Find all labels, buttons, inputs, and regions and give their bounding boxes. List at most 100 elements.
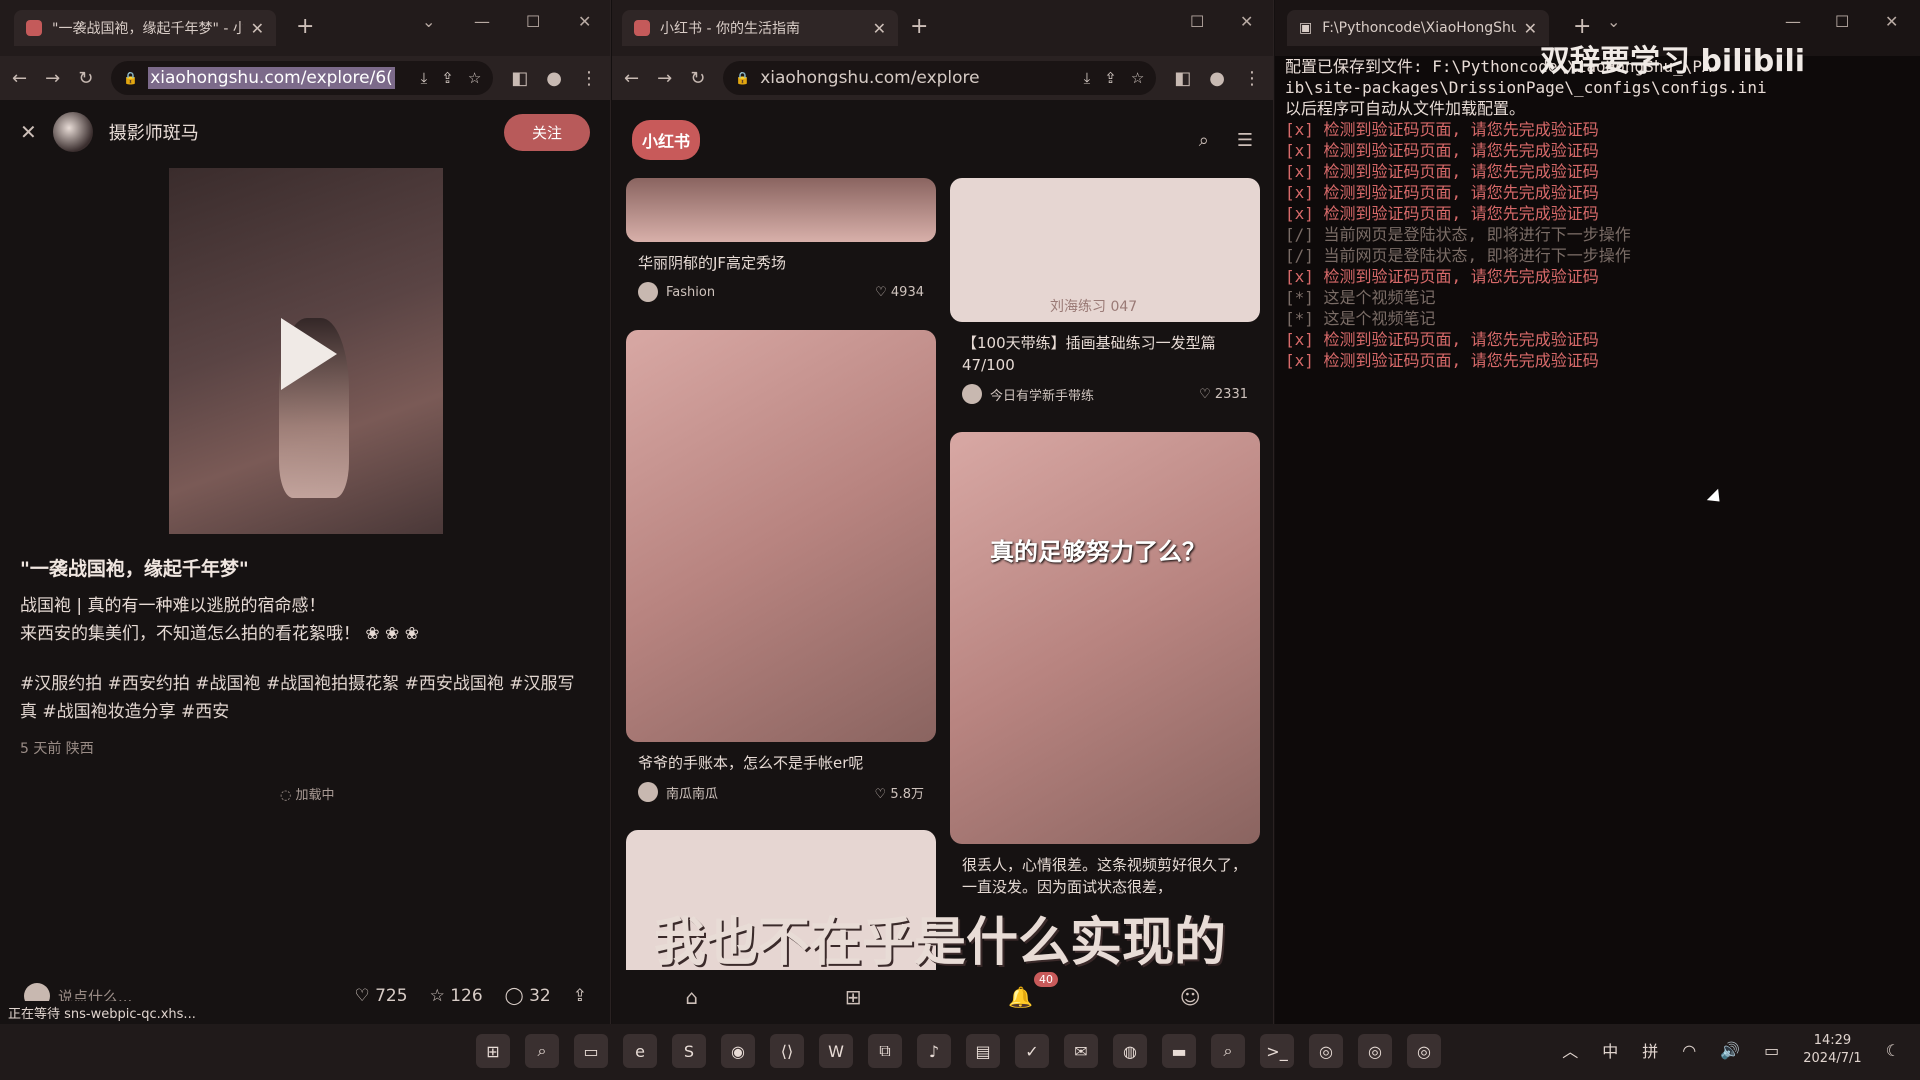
- feed-card[interactable]: 华丽阴郁的JF高定秀场 Fashion ♡ 4934: [626, 178, 936, 302]
- forward-icon[interactable]: →: [657, 68, 672, 89]
- status-bar: 正在等待 sns-webpic-qc.xhs...: [0, 1001, 204, 1024]
- tab-terminal[interactable]: ▣ F:\Pythoncode\XiaoHongShu ✕: [1287, 10, 1549, 46]
- windows-start-icon[interactable]: ⊞: [476, 1034, 510, 1068]
- home-icon[interactable]: ⌂: [685, 985, 698, 1009]
- clock[interactable]: 14:29 2024/7/1: [1803, 1032, 1861, 1068]
- chrome-icon[interactable]: ◎: [1358, 1034, 1392, 1068]
- window-close-icon[interactable]: ✕: [1240, 12, 1253, 31]
- sublime-icon[interactable]: S: [672, 1034, 706, 1068]
- terminal-output[interactable]: 配置已保存到文件: F:\Pythoncode\XiaoHongShu_\PA i…: [1285, 56, 1910, 371]
- volume-icon[interactable]: 🔊: [1720, 1041, 1740, 1060]
- close-icon[interactable]: ✕: [20, 120, 37, 144]
- system-tray: ︿ 中 拼 ◠ 🔊 ▭ 14:29 2024/7/1 ☾: [1562, 1032, 1900, 1068]
- folder-icon[interactable]: ▬: [1162, 1034, 1196, 1068]
- sidebar-icon[interactable]: ◧: [1174, 68, 1191, 89]
- task-view-icon[interactable]: ▭: [574, 1034, 608, 1068]
- window-close-icon[interactable]: ✕: [578, 12, 591, 31]
- profile-icon[interactable]: ●: [1209, 68, 1225, 89]
- add-post-icon[interactable]: ⊞: [845, 985, 862, 1009]
- menu-icon[interactable]: ⋮: [580, 68, 598, 89]
- close-icon[interactable]: ✕: [251, 19, 264, 38]
- clock-date: 2024/7/1: [1803, 1051, 1862, 1066]
- install-icon[interactable]: ⤓: [421, 69, 428, 87]
- bell-icon[interactable]: 🔔: [1008, 985, 1033, 1009]
- feed-card[interactable]: 真的足够努力了么？ 很丢人，心情很差。这条视频剪好很久了，一直没发。因为面试状态…: [950, 432, 1260, 898]
- notification-icon[interactable]: ☾: [1886, 1041, 1900, 1060]
- reload-icon[interactable]: ↻: [690, 68, 705, 89]
- wechat-icon[interactable]: ✉: [1064, 1034, 1098, 1068]
- share-icon[interactable]: ⇪: [441, 69, 454, 87]
- like-button[interactable]: ♡ 725: [354, 986, 407, 1006]
- vscode-icon[interactable]: ⟨⟩: [770, 1034, 804, 1068]
- forward-icon[interactable]: →: [45, 68, 60, 89]
- address-bar[interactable]: 🔒 xiaohongshu.com/explore ⤓ ⇪ ☆: [723, 61, 1157, 95]
- star-icon[interactable]: ☆: [468, 69, 481, 87]
- new-tab-icon[interactable]: +: [296, 14, 314, 39]
- share-icon[interactable]: ⇪: [573, 986, 587, 1006]
- comment-count: 32: [529, 986, 551, 1006]
- terminal-icon[interactable]: >_: [1260, 1034, 1294, 1068]
- window-close-icon[interactable]: ✕: [1885, 12, 1898, 31]
- author-name[interactable]: 摄影师斑马: [109, 119, 488, 145]
- tab-list-icon[interactable]: ⌄: [422, 12, 435, 31]
- ime-mode[interactable]: 拼: [1642, 1038, 1658, 1062]
- app-icon[interactable]: ♪: [917, 1034, 951, 1068]
- close-icon[interactable]: ✕: [873, 19, 886, 38]
- address-bar[interactable]: 🔒 xiaohongshu.com/explore/6( ⤓ ⇪ ☆: [111, 61, 494, 95]
- comment-button[interactable]: ◯ 32: [505, 986, 551, 1006]
- reload-icon[interactable]: ↻: [78, 68, 93, 89]
- back-icon[interactable]: ←: [624, 68, 639, 89]
- word-icon[interactable]: W: [819, 1034, 853, 1068]
- xhs-logo[interactable]: 小红书: [632, 120, 701, 160]
- close-icon[interactable]: ✕: [1524, 19, 1537, 38]
- url-text[interactable]: xiaohongshu.com/explore: [760, 68, 979, 88]
- app-icon[interactable]: ⧉: [868, 1034, 902, 1068]
- chrome-icon[interactable]: ◎: [1309, 1034, 1343, 1068]
- terminal-line: [x] 检测到验证码页面, 请您先完成验证码: [1285, 141, 1599, 160]
- search-icon[interactable]: ⌕: [1199, 130, 1209, 151]
- url-text[interactable]: xiaohongshu.com/explore/6(: [148, 67, 395, 89]
- app-icon[interactable]: ▤: [966, 1034, 1000, 1068]
- new-tab-icon[interactable]: +: [910, 14, 928, 39]
- search-icon[interactable]: ⌕: [1211, 1034, 1245, 1068]
- app-icon[interactable]: ✓: [1015, 1034, 1049, 1068]
- battery-icon[interactable]: ▭: [1764, 1041, 1779, 1060]
- wifi-icon[interactable]: ◠: [1682, 1041, 1696, 1060]
- back-icon[interactable]: ←: [12, 68, 27, 89]
- profile-icon[interactable]: ●: [546, 68, 562, 89]
- install-icon[interactable]: ⤓: [1084, 69, 1091, 87]
- app-icon[interactable]: ◍: [1113, 1034, 1147, 1068]
- feed-card[interactable]: 刘海练习 047 【100天带练】插画基础练习一发型篇47/100 今日有学新手…: [950, 178, 1260, 404]
- chrome-icon[interactable]: ◎: [1407, 1034, 1441, 1068]
- menu-icon[interactable]: ⋮: [1243, 68, 1261, 89]
- tab-explore[interactable]: 小红书 - 你的生活指南 ✕: [622, 10, 898, 46]
- minimize-icon[interactable]: —: [474, 12, 490, 31]
- play-icon[interactable]: [281, 318, 337, 390]
- avatar[interactable]: [52, 112, 93, 152]
- app-icon[interactable]: ◉: [721, 1034, 755, 1068]
- chevron-up-icon[interactable]: ︿: [1562, 1038, 1578, 1062]
- share-icon[interactable]: ⇪: [1104, 69, 1117, 87]
- tab-post[interactable]: "一袭战国袍，缘起千年梦" - 小红 ✕: [14, 10, 276, 46]
- video-player[interactable]: [169, 168, 443, 534]
- lock-icon: 🔒: [123, 71, 139, 85]
- terminal-line: 以后程序可自动从文件加载配置。: [1285, 99, 1526, 118]
- sidebar-icon[interactable]: ◧: [511, 68, 528, 89]
- card-image: [626, 330, 936, 742]
- follow-button[interactable]: 关注: [503, 113, 590, 151]
- hamburger-icon[interactable]: ☰: [1237, 130, 1253, 151]
- collect-button[interactable]: ☆ 126: [430, 986, 483, 1006]
- chevron-down-icon[interactable]: ⌄: [1607, 12, 1620, 31]
- maximize-icon[interactable]: ☐: [526, 12, 540, 31]
- post-tags[interactable]: #汉服约拍 #西安约拍 #战国袍 #战国袍拍摄花絮 #西安战国袍 #汉服写真 #…: [20, 670, 585, 726]
- search-icon[interactable]: ⌕: [525, 1034, 559, 1068]
- tab-title: 小红书 - 你的生活指南: [660, 21, 800, 37]
- maximize-icon[interactable]: ☐: [1190, 12, 1204, 31]
- ime-indicator[interactable]: 中: [1602, 1038, 1618, 1062]
- feed-card[interactable]: 爷爷的手账本，怎么不是手帐er呢 南瓜南瓜 ♡ 5.8万: [626, 330, 936, 802]
- star-icon[interactable]: ☆: [1131, 69, 1144, 87]
- edge-icon[interactable]: e: [623, 1034, 657, 1068]
- user-icon[interactable]: ☺: [1180, 985, 1201, 1009]
- minimize-icon[interactable]: —: [1785, 12, 1801, 31]
- maximize-icon[interactable]: ☐: [1835, 12, 1849, 31]
